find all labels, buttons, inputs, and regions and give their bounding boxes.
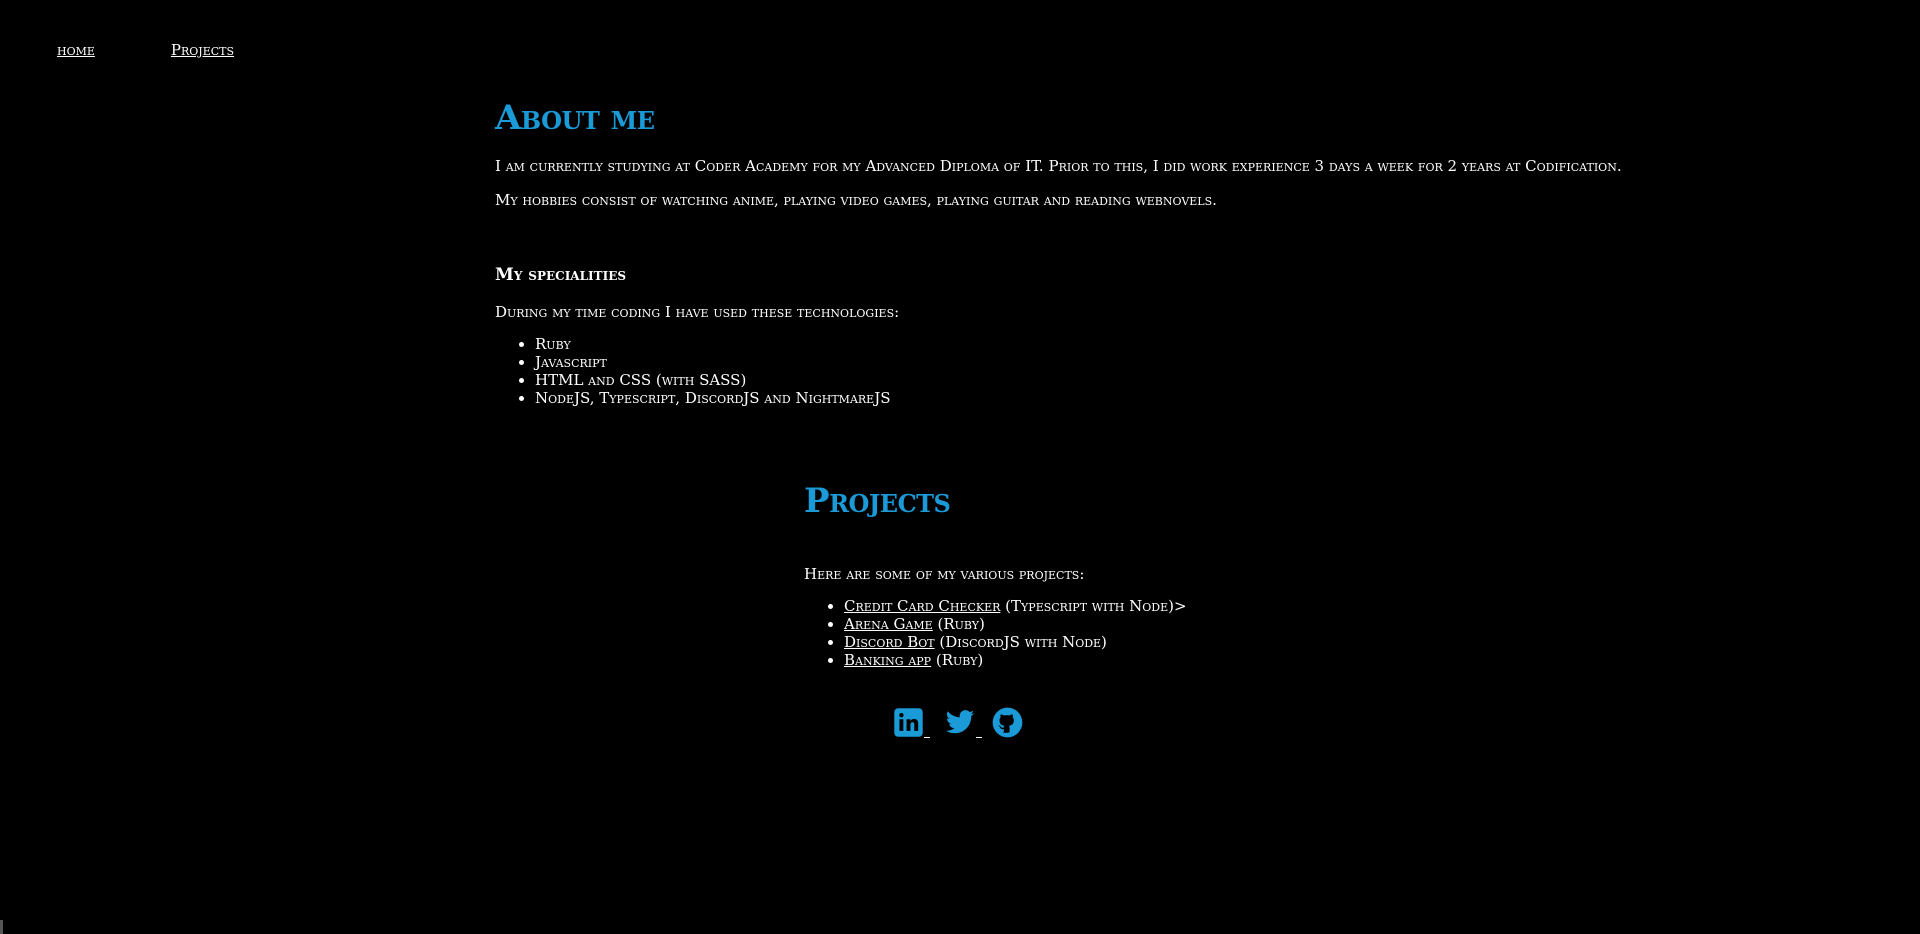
project-note: (Typescript with Node)>: [1000, 597, 1187, 615]
about-paragraph-hobbies: My hobbies consist of watching anime, pl…: [495, 191, 1217, 209]
link-underline: [976, 735, 982, 738]
github-link[interactable]: [992, 707, 1023, 738]
project-link-banking-app[interactable]: Banking app: [844, 651, 931, 669]
list-item: Credit Card Checker (Typescript with Nod…: [844, 597, 1504, 615]
scrollbar-handle[interactable]: [0, 920, 3, 934]
projects-list: Credit Card Checker (Typescript with Nod…: [804, 597, 1504, 669]
projects-title: Projects: [804, 481, 951, 521]
project-link-arena-game[interactable]: Arena Game: [844, 615, 933, 633]
twitter-icon: [945, 710, 975, 734]
about-paragraph-study: I am currently studying at Coder Academy…: [495, 157, 1622, 175]
about-section: About me I am currently studying at Code…: [495, 98, 1695, 407]
project-link-discord-bot[interactable]: Discord Bot: [844, 633, 935, 651]
linkedin-icon: [894, 708, 923, 737]
list-item: Arena Game (Ruby): [844, 615, 1504, 633]
nav-link-home[interactable]: home: [57, 41, 95, 59]
project-note: (DiscordJS with Node): [934, 633, 1107, 651]
link-underline: [924, 735, 930, 738]
project-note: (Ruby): [932, 615, 985, 633]
projects-section: Projects Here are some of my various pro…: [804, 481, 1504, 669]
twitter-link[interactable]: [944, 707, 976, 738]
list-item: Discord Bot (DiscordJS with Node): [844, 633, 1504, 651]
list-item: Banking app (Ruby): [844, 651, 1504, 669]
technologies-list: Ruby Javascript HTML and CSS (with SASS)…: [495, 335, 1695, 407]
list-item: NodeJS, Typescript, DiscordJS and Nightm…: [535, 389, 1695, 407]
nav-link-projects[interactable]: Projects: [171, 41, 234, 59]
projects-intro: Here are some of my various projects:: [804, 565, 1085, 583]
linkedin-link[interactable]: [893, 707, 924, 738]
project-note: (Ruby): [931, 651, 984, 669]
specialities-intro: During my time coding I have used these …: [495, 303, 900, 321]
top-nav: home Projects: [57, 41, 234, 59]
project-link-credit-card-checker[interactable]: Credit Card Checker: [844, 597, 1000, 615]
list-item: Ruby: [535, 335, 1695, 353]
list-item: Javascript: [535, 353, 1695, 371]
about-title: About me: [495, 98, 655, 138]
github-icon: [992, 707, 1023, 738]
list-item: HTML and CSS (with SASS): [535, 371, 1695, 389]
specialities-heading: My specialities: [495, 265, 627, 285]
social-links: [893, 707, 1023, 738]
